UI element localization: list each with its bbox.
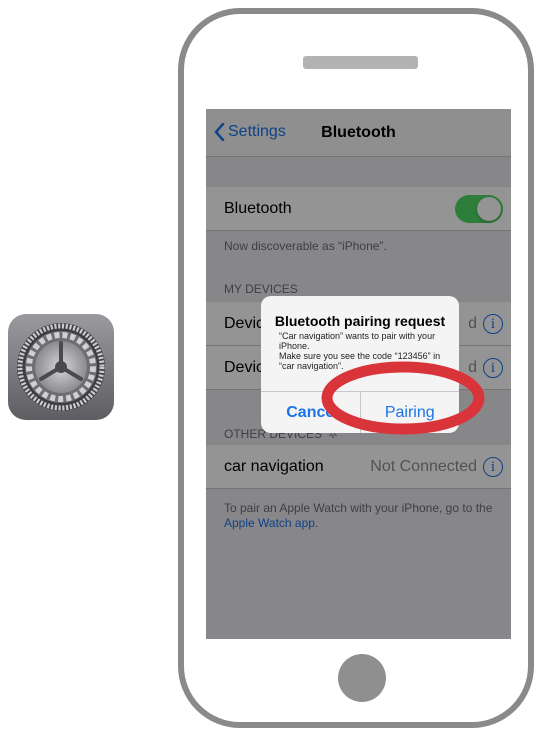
settings-app-icon bbox=[8, 314, 114, 420]
phone-speaker bbox=[303, 56, 418, 69]
home-button[interactable] bbox=[338, 654, 386, 702]
alert-title: Bluetooth pairing request bbox=[274, 313, 446, 329]
highlight-ring-annotation bbox=[321, 361, 485, 435]
